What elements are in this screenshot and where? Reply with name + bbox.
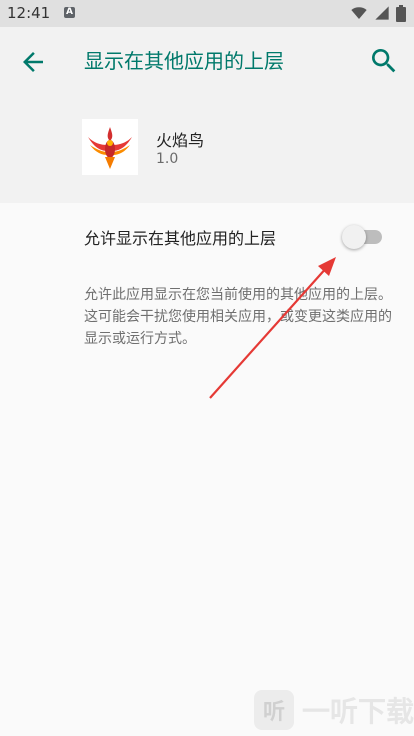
watermark-logo: 听 bbox=[254, 690, 294, 730]
notification-icon: A bbox=[64, 7, 75, 18]
app-bar: 显示在其他应用的上层 bbox=[0, 27, 414, 97]
overlay-permission-toggle[interactable] bbox=[342, 225, 384, 249]
arrow-back-icon[interactable] bbox=[18, 47, 48, 77]
watermark-text: 一听下载 bbox=[302, 695, 414, 728]
app-name: 火焰鸟 bbox=[156, 131, 205, 150]
search-icon[interactable] bbox=[368, 45, 400, 77]
phoenix-logo bbox=[88, 127, 132, 169]
watermark: 听 一听下载 bbox=[254, 690, 414, 730]
status-bar: 12:41 A bbox=[0, 0, 414, 27]
overlay-permission-row[interactable]: 允许显示在其他应用的上层 bbox=[0, 203, 414, 267]
battery-icon bbox=[396, 4, 406, 22]
wifi-icon bbox=[351, 7, 367, 19]
status-icons bbox=[350, 4, 406, 22]
app-version: 1.0 bbox=[156, 151, 179, 167]
overlay-permission-label: 允许显示在其他应用的上层 bbox=[84, 229, 277, 248]
page-title: 显示在其他应用的上层 bbox=[84, 49, 284, 73]
toggle-thumb bbox=[342, 225, 366, 249]
permission-description: 允许此应用显示在您当前使用的其他应用的上层。这可能会干扰您使用相关应用，或变更这… bbox=[84, 287, 392, 347]
status-time: 12:41 bbox=[7, 4, 51, 22]
phoenix-app-icon bbox=[82, 119, 138, 175]
signal-icon bbox=[375, 6, 389, 20]
app-header: 火焰鸟 1.0 bbox=[0, 97, 414, 203]
